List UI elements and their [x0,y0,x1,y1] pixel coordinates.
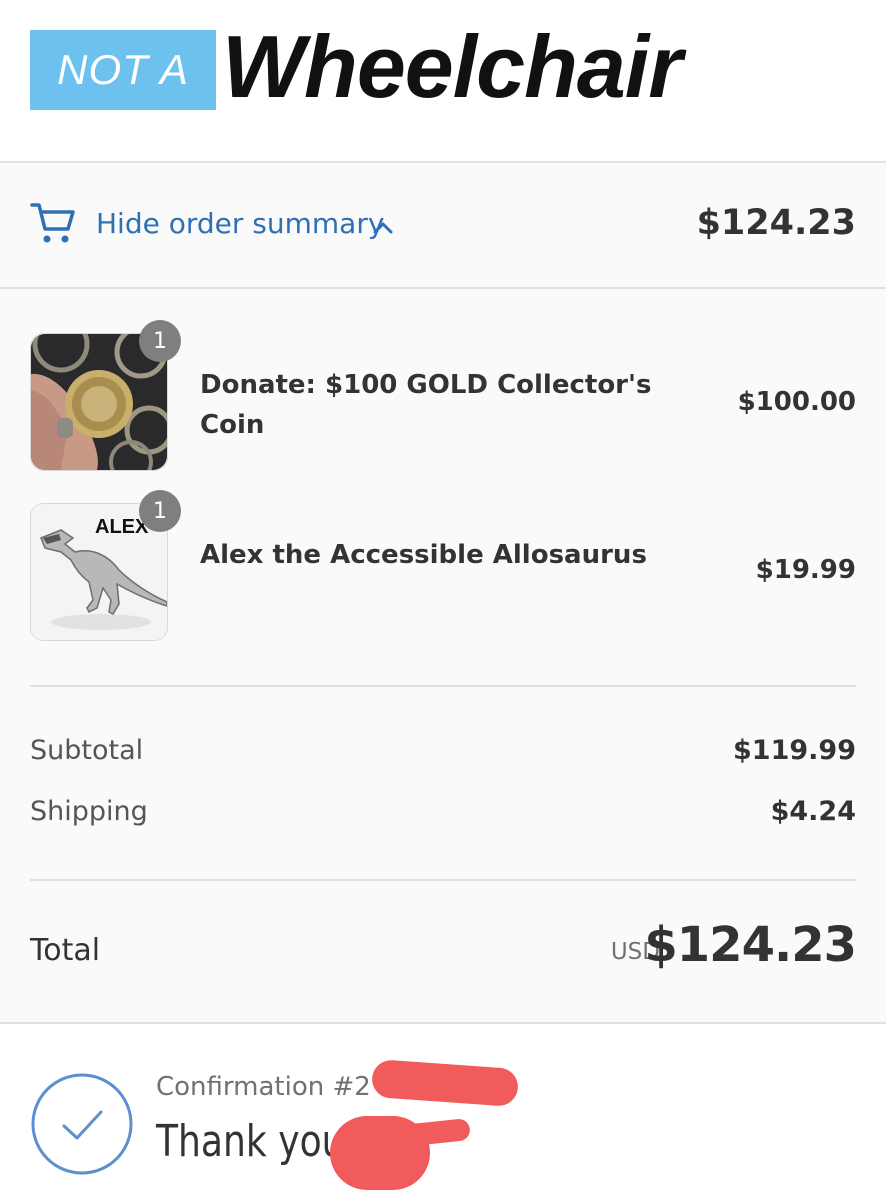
product-name: Donate: $100 GOLD Collector's Coin [200,370,652,440]
product-price: $19.99 [755,555,856,585]
header: NOT A Wheelchair [0,0,886,163]
shipping-value: $4.24 [770,796,856,827]
product-thumbnail-allosaurus: ALEX 1 [30,490,181,641]
confirmation-section: Confirmation #2 MFN Thank you ! [0,1024,886,1200]
product-thumbnail-coin: 1 [30,320,181,471]
subtotal-row: Subtotal $119.99 [30,735,856,775]
cart-icon [30,203,75,243]
divider [30,685,856,687]
divider [30,879,856,881]
logo-not-a: NOT A [30,30,216,110]
shipping-label: Shipping [30,796,148,827]
summary-total: $124.23 [696,203,856,243]
product-price: $100.00 [737,387,856,417]
chevron-up-icon [373,222,393,234]
quantity-badge: 1 [139,490,181,532]
total-label: Total [30,933,101,968]
shipping-row: Shipping $4.24 [30,796,856,836]
product-line-item: ALEX 1 Alex the Accessible Allosaurus $1… [30,490,856,643]
order-status-page: NOT A Wheelchair Hide order summary $124… [0,0,886,1200]
store-logo[interactable]: NOT A Wheelchair [30,17,682,116]
product-name: Alex the Accessible Allosaurus [200,540,647,570]
hide-order-summary-link[interactable]: Hide order summary [96,207,384,240]
checkmark-circle-icon [31,1073,133,1175]
logo-wheelchair: Wheelchair [222,17,682,116]
order-summary-toggle[interactable]: Hide order summary $124.23 [0,163,886,289]
order-summary: 1 Donate: $100 GOLD Collector's Coin $10… [0,289,886,1024]
product-line-item: 1 Donate: $100 GOLD Collector's Coin $10… [30,320,856,473]
quantity-badge: 1 [139,320,181,362]
subtotal-label: Subtotal [30,735,144,766]
total-value: $124.23 [644,917,857,973]
total-row: Total USD $124.23 [30,917,857,977]
subtotal-value: $119.99 [733,735,856,766]
